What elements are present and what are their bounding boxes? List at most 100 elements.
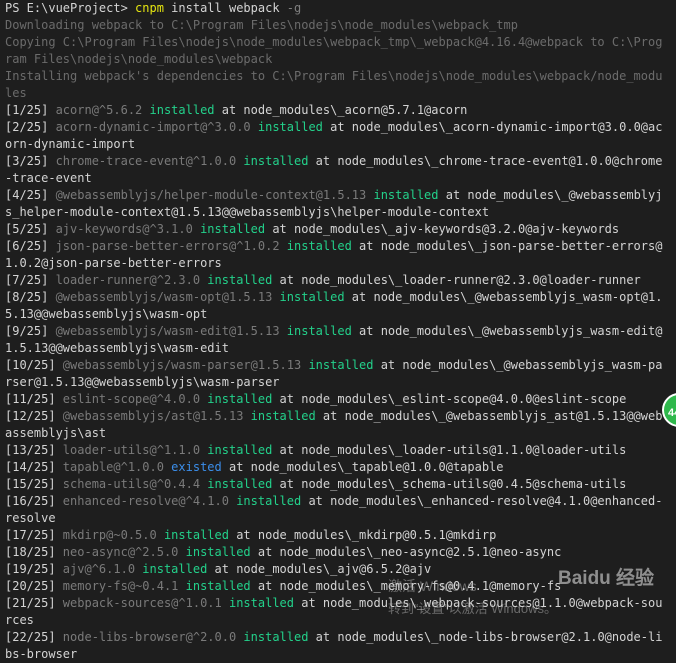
terminal-line: [14/25] tapable@^1.0.0 existed at node_m… [5, 459, 669, 476]
terminal-segment-txt: [22/25] [5, 630, 63, 644]
terminal-segment-ok: installed [207, 477, 273, 491]
terminal-segment-txt: at node_modules\_schema-utils@0.4.5@sche… [272, 477, 627, 491]
terminal-segment-ok: installed [200, 222, 266, 236]
terminal-segment-pkg: json-parse-better-errors@^1.0.2 [55, 239, 287, 253]
terminal-segment-txt: [17/25] [5, 528, 63, 542]
terminal-segment-txt: [13/25] [5, 443, 63, 457]
terminal-segment-txt: at node_modules\_tapable@1.0.0@tapable [221, 460, 504, 474]
terminal-line: [18/25] neo-async@^2.5.0 installed at no… [5, 544, 669, 561]
terminal-segment-pkg: @webassemblyjs/wasm-edit@1.5.13 [55, 324, 287, 338]
terminal-segment-txt: [20/25] [5, 579, 63, 593]
terminal-segment-txt: [8/25] [5, 290, 56, 304]
terminal-segment-ok: installed [236, 494, 302, 508]
terminal-segment-ok: installed [243, 154, 309, 168]
terminal-segment-pkg: chrome-trace-event@^1.0.0 [55, 154, 244, 168]
terminal-segment-prompt: PS E:\vueProject> [5, 1, 136, 15]
terminal-segment-txt: [2/25] [5, 120, 56, 134]
terminal-segment-txt: [4/25] [5, 188, 56, 202]
terminal-segment-txt: [9/25] [5, 324, 56, 338]
terminal-segment-txt: [12/25] [5, 409, 63, 423]
terminal-segment-dim: Installing webpack's dependencies to C:\… [5, 69, 663, 100]
terminal-segment-ok: installed [185, 545, 251, 559]
terminal-segment-ok: installed [163, 528, 229, 542]
terminal-segment-pkg: @webassemblyjs/wasm-opt@1.5.13 [55, 290, 280, 304]
terminal-segment-pkg: enhanced-resolve@^4.1.0 [62, 494, 237, 508]
terminal-line: [16/25] enhanced-resolve@^4.1.0 installe… [5, 493, 669, 527]
terminal-segment-txt: at node_modules\_ajv@6.5.2@ajv [207, 562, 432, 576]
terminal-line: [5/25] ajv-keywords@^3.1.0 installed at … [5, 221, 669, 238]
terminal-line: [6/25] json-parse-better-errors@^1.0.2 i… [5, 238, 669, 272]
terminal-segment-ok: installed [185, 579, 251, 593]
terminal-segment-pkg: tapable@^1.0.0 [62, 460, 172, 474]
terminal-segment-pkg: acorn-dynamic-import@^3.0.0 [55, 120, 258, 134]
terminal-segment-txt: [10/25] [5, 358, 63, 372]
terminal-segment-ok: installed [142, 562, 208, 576]
terminal-segment-ok: installed [243, 630, 309, 644]
terminal-segment-txt: [6/25] [5, 239, 56, 253]
terminal-line: [1/25] acorn@^5.6.2 installed at node_mo… [5, 102, 669, 119]
terminal-line: [12/25] @webassemblyjs/ast@1.5.13 instal… [5, 408, 669, 442]
terminal-segment-txt: [21/25] [5, 596, 63, 610]
terminal-segment-txt: at node_modules\_loader-runner@2.3.0@loa… [272, 273, 641, 287]
terminal-segment-ok: installed [149, 103, 215, 117]
terminal-segment-pkg: @webassemblyjs/helper-module-context@1.5… [55, 188, 374, 202]
terminal-line: [20/25] memory-fs@~0.4.1 installed at no… [5, 578, 669, 595]
terminal-line: Copying C:\Program Files\nodejs\node_mod… [5, 34, 669, 68]
terminal-line: [22/25] node-libs-browser@^2.0.0 install… [5, 629, 669, 663]
terminal-line: [21/25] webpack-sources@^1.0.1 installed… [5, 595, 669, 629]
terminal-segment-cmd: cnpm [135, 1, 164, 15]
terminal-line: [7/25] loader-runner@^2.3.0 installed at… [5, 272, 669, 289]
terminal-output: PS E:\vueProject> cnpm install webpack -… [5, 0, 669, 663]
terminal-segment-prompt: install webpack [163, 1, 287, 15]
terminal-segment-pkg: loader-runner@^2.3.0 [55, 273, 208, 287]
terminal-segment-flag: -g [286, 1, 302, 15]
terminal-segment-pkg: memory-fs@~0.4.1 [62, 579, 186, 593]
terminal-segment-ok: installed [286, 239, 352, 253]
terminal-segment-pkg: neo-async@^2.5.0 [62, 545, 186, 559]
terminal-segment-txt: at node_modules\_ajv-keywords@3.2.0@ajv-… [265, 222, 620, 236]
terminal-segment-ok: installed [286, 324, 352, 338]
terminal-segment-txt: [18/25] [5, 545, 63, 559]
terminal-segment-txt: at node_modules\_eslint-scope@4.0.0@esli… [272, 392, 627, 406]
terminal-segment-txt: at node_modules\_mkdirp@0.5.1@mkdirp [228, 528, 497, 542]
terminal-segment-txt: [3/25] [5, 154, 56, 168]
terminal-line: [17/25] mkdirp@~0.5.0 installed at node_… [5, 527, 669, 544]
terminal-segment-txt: at node_modules\_memory-fs@0.4.1@memory-… [250, 579, 562, 593]
terminal-segment-pkg: mkdirp@~0.5.0 [62, 528, 164, 542]
terminal-segment-pkg: acorn@^5.6.2 [55, 103, 150, 117]
badge-count: 44 [668, 407, 676, 419]
terminal-segment-pkg: eslint-scope@^4.0.0 [62, 392, 208, 406]
terminal-segment-pkg: schema-utils@^0.4.4 [62, 477, 208, 491]
terminal-segment-txt: [5/25] [5, 222, 56, 236]
terminal-segment-txt: [14/25] [5, 460, 63, 474]
terminal-line: [9/25] @webassemblyjs/wasm-edit@1.5.13 i… [5, 323, 669, 357]
terminal-segment-txt: [7/25] [5, 273, 56, 287]
terminal-line: [11/25] eslint-scope@^4.0.0 installed at… [5, 391, 669, 408]
terminal-segment-pkg: loader-utils@^1.1.0 [62, 443, 208, 457]
terminal-segment-ok: installed [373, 188, 439, 202]
terminal-segment-pkg: @webassemblyjs/ast@1.5.13 [62, 409, 251, 423]
terminal-line: [2/25] acorn-dynamic-import@^3.0.0 insta… [5, 119, 669, 153]
terminal-segment-txt: at node_modules\_acorn@5.7.1@acorn [214, 103, 468, 117]
terminal-segment-txt: [11/25] [5, 392, 63, 406]
terminal-segment-ok: installed [308, 358, 374, 372]
terminal-line: [8/25] @webassemblyjs/wasm-opt@1.5.13 in… [5, 289, 669, 323]
terminal-segment-dim: Downloading webpack to C:\Program Files\… [5, 18, 518, 32]
terminal-segment-pkg: ajv-keywords@^3.1.0 [55, 222, 201, 236]
terminal-line: PS E:\vueProject> cnpm install webpack -… [5, 0, 669, 17]
terminal-segment-dim: Copying C:\Program Files\nodejs\node_mod… [5, 35, 663, 66]
terminal-line: [10/25] @webassemblyjs/wasm-parser@1.5.1… [5, 357, 669, 391]
terminal-segment-pkg: node-libs-browser@^2.0.0 [62, 630, 244, 644]
terminal-segment-ok: installed [250, 409, 316, 423]
terminal-segment-txt: at node_modules\_loader-utils@1.1.0@load… [272, 443, 627, 457]
terminal-segment-txt: [1/25] [5, 103, 56, 117]
terminal-line: Downloading webpack to C:\Program Files\… [5, 17, 669, 34]
terminal-segment-existed: existed [171, 460, 222, 474]
terminal-segment-pkg: @webassemblyjs/wasm-parser@1.5.13 [62, 358, 309, 372]
terminal-line: [15/25] schema-utils@^0.4.4 installed at… [5, 476, 669, 493]
terminal-line: [13/25] loader-utils@^1.1.0 installed at… [5, 442, 669, 459]
terminal-segment-pkg: webpack-sources@^1.0.1 [62, 596, 229, 610]
terminal-line: [4/25] @webassemblyjs/helper-module-cont… [5, 187, 669, 221]
terminal-segment-pkg: ajv@^6.1.0 [62, 562, 143, 576]
terminal-segment-txt: [16/25] [5, 494, 63, 508]
